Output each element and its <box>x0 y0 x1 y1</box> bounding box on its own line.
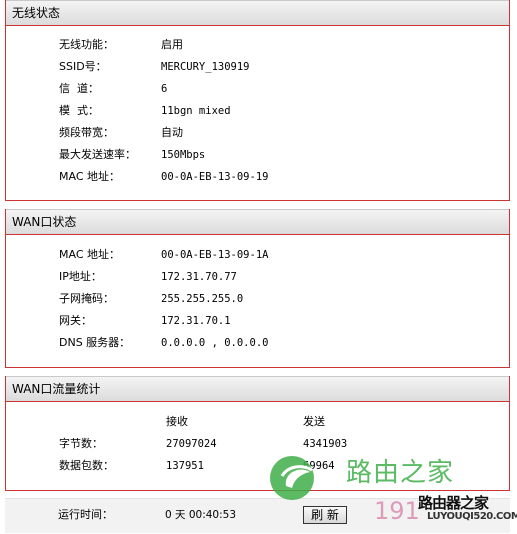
wan-status-title: WAN口状态 <box>6 209 509 235</box>
wan-row-subnet: 子网掩码： 255.255.255.0 <box>6 291 509 307</box>
wireless-row-mac: MAC 地址： 00-0A-EB-13-09-19 <box>6 169 509 185</box>
send-value: 69964 <box>303 460 335 472</box>
wireless-row-max-rate: 最大发送速率： 150Mbps <box>6 147 509 163</box>
wan-row-ip: IP地址： 172.31.70.77 <box>6 269 509 285</box>
field-label: 模 式： <box>59 104 99 117</box>
traffic-row-packets: 数据包数： 137951 69964 <box>6 458 509 474</box>
field-value: 0.0.0.0 , 0.0.0.0 <box>161 337 269 349</box>
field-label: SSID号： <box>59 60 107 73</box>
field-value: 172.31.70.1 <box>161 315 231 327</box>
field-label: 子网掩码： <box>59 292 114 305</box>
wan-status-section: WAN口状态 MAC 地址： 00-0A-EB-13-09-1A IP地址： 1… <box>5 209 510 368</box>
traffic-header-row: 接收 发送 <box>6 414 509 430</box>
send-value: 4341903 <box>303 438 348 450</box>
wireless-status-title: 无线状态 <box>6 0 509 26</box>
field-label: 信 道： <box>59 82 99 95</box>
wan-traffic-section: WAN口流量统计 接收 发送 字节数： 27097024 4341903 数据包… <box>5 376 510 491</box>
field-label: 字节数： <box>59 437 103 450</box>
recv-value: 27097024 <box>166 438 217 450</box>
wan-row-gateway: 网关： 172.31.70.1 <box>6 313 509 329</box>
wireless-row-mode: 模 式： 11bgn mixed <box>6 103 509 119</box>
field-value: 150Mbps <box>161 149 206 161</box>
wireless-row-bandwidth: 频段带宽： 自动 <box>6 125 509 141</box>
traffic-row-bytes: 字节数： 27097024 4341903 <box>6 436 509 452</box>
wireless-row-channel: 信 道： 6 <box>6 81 509 97</box>
field-label: 频段带宽： <box>59 126 114 139</box>
field-value: 00-0A-EB-13-09-19 <box>161 171 269 183</box>
field-value: 自动 <box>161 126 183 139</box>
field-value: 255.255.255.0 <box>161 293 244 305</box>
field-value: 00-0A-EB-13-09-1A <box>161 249 269 261</box>
field-label: MAC 地址： <box>59 248 120 261</box>
wireless-row-function: 无线功能： 启用 <box>6 37 509 53</box>
wireless-row-ssid: SSID号： MERCURY_130919 <box>6 59 509 75</box>
field-value: 172.31.70.77 <box>161 271 237 283</box>
field-value: MERCURY_130919 <box>161 61 250 73</box>
field-label: 数据包数： <box>59 459 114 472</box>
uptime-label: 运行时间： <box>58 508 113 521</box>
recv-value: 137951 <box>166 460 204 472</box>
column-header-send: 发送 <box>303 415 325 428</box>
wan-row-dns: DNS 服务器： 0.0.0.0 , 0.0.0.0 <box>6 335 509 351</box>
field-value: 6 <box>161 83 168 95</box>
column-header-recv: 接收 <box>166 415 188 428</box>
field-label: 最大发送速率： <box>59 148 136 161</box>
wan-row-mac: MAC 地址： 00-0A-EB-13-09-1A <box>6 247 509 263</box>
wireless-status-section: 无线状态 无线功能： 启用 SSID号： MERCURY_130919 信 道：… <box>5 0 510 201</box>
field-value: 11bgn mixed <box>161 105 231 117</box>
field-label: 无线功能： <box>59 38 114 51</box>
field-label: MAC 地址： <box>59 170 120 183</box>
uptime-value: 0 天 00:40:53 <box>165 509 237 521</box>
refresh-button[interactable]: 刷 新 <box>303 506 347 524</box>
field-value: 启用 <box>161 38 183 51</box>
field-label: DNS 服务器： <box>59 336 131 349</box>
field-label: IP地址： <box>59 270 102 283</box>
wan-traffic-title: WAN口流量统计 <box>6 376 509 402</box>
field-label: 网关： <box>59 314 92 327</box>
